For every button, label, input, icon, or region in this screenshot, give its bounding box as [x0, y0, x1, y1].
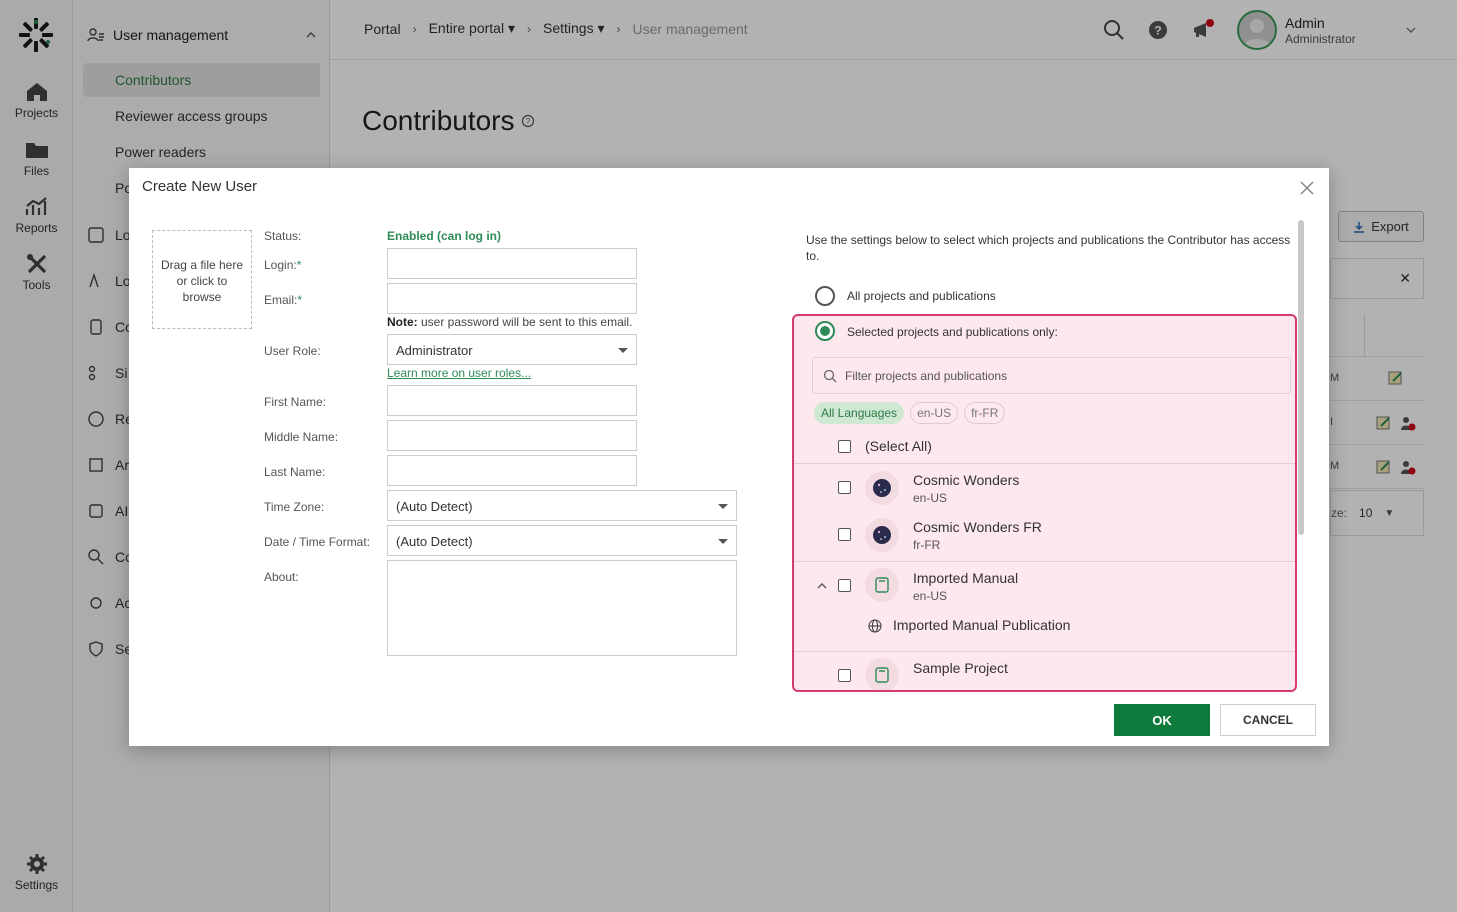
first-name-input[interactable] — [387, 385, 637, 416]
language-pill-fr-fr[interactable]: fr-FR — [964, 402, 1006, 424]
search-icon — [823, 369, 837, 382]
date-time-format-select[interactable]: (Auto Detect) — [387, 525, 737, 556]
book-project-icon — [865, 658, 899, 690]
time-zone-label: Time Zone: — [264, 500, 325, 514]
middle-name-label: Middle Name: — [264, 430, 339, 444]
project-row[interactable]: Imported Manual en-US Imported Manual Pu… — [794, 561, 1295, 651]
dialog-title: Create New User — [142, 178, 258, 195]
book-project-icon — [865, 568, 899, 602]
selected-projects-panel: Selected projects and publications only:… — [792, 314, 1297, 692]
email-label: Email:* — [264, 293, 302, 307]
drop-zone-line: or click to — [176, 274, 228, 288]
cosmic-icon — [873, 479, 891, 497]
manual-icon — [875, 577, 889, 593]
project-name: Sample Project — [913, 660, 1008, 676]
user-role-value: Administrator — [396, 343, 473, 358]
close-icon[interactable] — [1299, 180, 1315, 196]
radio-all-projects[interactable] — [815, 286, 835, 306]
dialog-scrollbar[interactable] — [1298, 220, 1304, 535]
first-name-label: First Name: — [264, 395, 327, 409]
cosmic-icon — [873, 526, 891, 544]
project-filter-placeholder: Filter projects and publications — [845, 368, 1008, 383]
last-name-input[interactable] — [387, 455, 637, 486]
access-settings-pane: Use the settings below to select which p… — [792, 218, 1302, 698]
time-zone-value: (Auto Detect) — [396, 499, 473, 514]
project-language: fr-FR — [913, 538, 941, 552]
select-all-label: (Select All) — [865, 438, 932, 454]
radio-selected-projects-label: Selected projects and publications only: — [847, 325, 1058, 339]
middle-name-input[interactable] — [387, 420, 637, 451]
cancel-button[interactable]: CANCEL — [1220, 704, 1316, 736]
language-pill-all[interactable]: All Languages — [814, 402, 905, 424]
ok-button[interactable]: OK — [1114, 704, 1210, 736]
project-name: Cosmic Wonders FR — [913, 519, 1042, 535]
project-checkbox[interactable] — [838, 528, 851, 541]
project-name: Imported Manual — [913, 570, 1019, 586]
about-label: About: — [264, 570, 299, 584]
language-pill-en-us[interactable]: en-US — [910, 402, 959, 424]
project-name: Cosmic Wonders — [913, 472, 1020, 488]
caret-down-icon — [718, 539, 728, 544]
email-input[interactable] — [387, 283, 637, 314]
project-filter-input[interactable]: Filter projects and publications — [812, 357, 1291, 394]
last-name-label: Last Name: — [264, 465, 326, 479]
note-text: user password will be sent to this email… — [417, 315, 633, 329]
login-label-text: Login: — [264, 258, 297, 272]
status-value: Enabled (can log in) — [387, 229, 502, 243]
caret-down-icon — [718, 504, 728, 509]
select-all-checkbox[interactable] — [838, 440, 851, 453]
project-row[interactable]: Cosmic Wonders FR fr-FR — [794, 511, 1295, 561]
manual-icon — [875, 667, 889, 683]
user-role-select[interactable]: Administrator — [387, 334, 637, 365]
create-user-dialog: Create New User Drag a file here or clic… — [129, 168, 1329, 746]
required-mark: * — [296, 258, 302, 272]
date-time-format-value: (Auto Detect) — [396, 534, 473, 549]
radio-selected-projects[interactable] — [815, 321, 835, 341]
project-checkbox[interactable] — [838, 669, 851, 682]
avatar-drop-zone[interactable]: Drag a file here or click to browse — [152, 230, 252, 329]
email-note: Note: user password will be sent to this… — [387, 315, 632, 329]
user-role-label: User Role: — [264, 344, 321, 358]
globe-project-icon — [865, 518, 899, 552]
caret-down-icon — [618, 348, 628, 353]
publication-name[interactable]: Imported Manual Publication — [893, 617, 1070, 633]
learn-more-roles-link[interactable]: Learn more on user roles... — [387, 366, 531, 380]
drop-zone-line: Drag a file here — [160, 258, 244, 272]
project-checkbox[interactable] — [838, 579, 851, 592]
project-language: en-US — [913, 589, 948, 603]
login-label: Login:* — [264, 258, 301, 272]
required-mark: * — [297, 293, 303, 307]
globe-project-icon — [865, 471, 899, 505]
access-intro: Use the settings below to select which p… — [806, 233, 1291, 263]
radio-all-projects-label: All projects and publications — [847, 289, 996, 303]
project-checkbox[interactable] — [838, 481, 851, 494]
drop-zone-line: browse — [182, 290, 222, 304]
date-time-format-label: Date / Time Format: — [264, 535, 371, 549]
project-language: en-US — [913, 491, 948, 505]
login-input[interactable] — [387, 248, 637, 279]
chevron-up-icon[interactable] — [816, 580, 828, 592]
status-label: Status: — [264, 229, 302, 243]
select-all-row: (Select All) — [794, 432, 1295, 462]
project-row[interactable]: Sample Project — [794, 651, 1295, 690]
time-zone-select[interactable]: (Auto Detect) — [387, 490, 737, 521]
project-row[interactable]: Cosmic Wonders en-US — [794, 463, 1295, 511]
note-bold: Note: — [387, 315, 418, 329]
about-textarea[interactable] — [387, 560, 737, 656]
email-label-text: Email: — [264, 293, 298, 307]
language-filter: All Languages en-US fr-FR — [814, 402, 1006, 424]
globe-icon — [868, 619, 882, 633]
